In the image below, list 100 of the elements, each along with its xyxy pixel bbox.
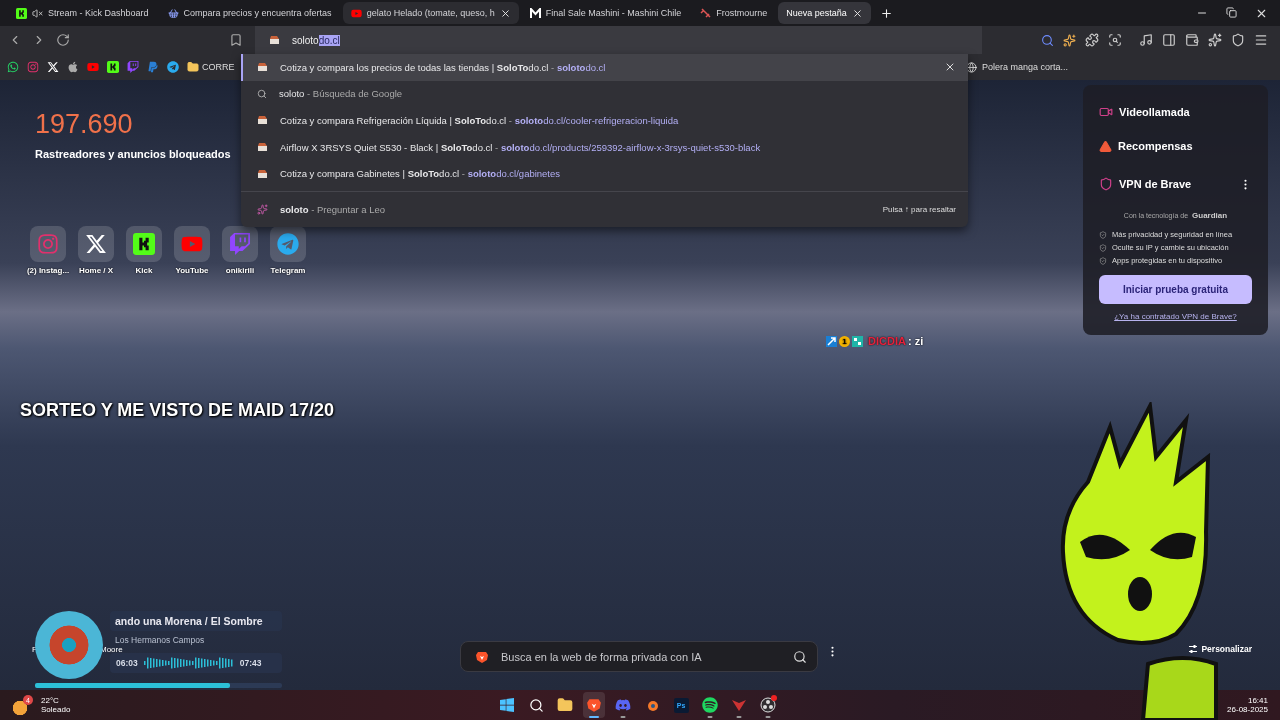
x-logo-icon <box>85 233 107 255</box>
bookmark-item[interactable] <box>47 61 59 73</box>
taskbar-app[interactable] <box>583 692 605 718</box>
stream-title: SORTEO Y ME VISTO DE MAID 17/20 <box>20 400 335 421</box>
blocked-label: Rastreadores y anuncios bloqueados <box>35 148 231 160</box>
shortcut-label[interactable]: Kick <box>135 266 153 275</box>
bookmark-item[interactable] <box>7 61 19 73</box>
close-tab-icon[interactable] <box>499 7 511 19</box>
vpn-link[interactable]: ¿Ya ha contratado VPN de Brave? <box>1099 312 1252 321</box>
bookmark-item[interactable]: Polera manga corta... <box>965 61 1068 73</box>
shield-icon[interactable] <box>1231 33 1245 47</box>
shortcut-label[interactable]: YouTube <box>175 266 209 275</box>
panel-item[interactable]: Recompensas <box>1099 129 1252 163</box>
weather-condition: Soleado <box>41 705 71 714</box>
sparkle-icon <box>257 203 268 215</box>
extension-icon[interactable] <box>1063 33 1076 47</box>
youtube-icon <box>87 61 99 73</box>
suggestion-text: Cotiza y compara los precios de todas las tiendas | SoloTodo.cl - solotodo.cl <box>280 61 606 73</box>
shortcut-tile[interactable] <box>222 226 258 262</box>
reload-icon[interactable] <box>56 33 70 47</box>
clock-date: 26-08-2025 <box>1227 705 1268 714</box>
suggestion-text: Cotiza y compara Gabinetes | SoloTodo.cl - solotodo.cl/gabinetes <box>280 168 561 180</box>
search-field[interactable]: Busca en la web de forma privada con IA <box>499 649 783 664</box>
kick-logo-icon <box>16 7 27 19</box>
shortcut-tile[interactable] <box>270 226 306 262</box>
search-bar[interactable]: Busca en la web de forma privada con IA <box>460 641 818 672</box>
browser-tab[interactable]: Nueva pestaña <box>778 2 871 24</box>
vpn-title: VPN de Brave <box>1119 178 1193 190</box>
bookmark-item[interactable] <box>67 61 79 73</box>
close-tab-icon[interactable] <box>851 7 863 19</box>
song-title: ando una Morena / El Sombre <box>110 611 282 631</box>
shortcut-label[interactable]: (2) Instag... <box>26 266 70 275</box>
bookmark-icon[interactable] <box>229 33 243 47</box>
suggestion-item[interactable]: soloto - Búsqueda de Google <box>241 80 968 108</box>
sidebar-icon[interactable] <box>1162 33 1176 47</box>
search-icon[interactable] <box>1041 33 1054 47</box>
browser-tab[interactable]: Final Sale Mashini - Mashini Chile <box>521 2 690 24</box>
wallet-icon[interactable] <box>1185 33 1199 47</box>
search-icon[interactable] <box>793 649 807 664</box>
instagram-icon <box>27 61 39 73</box>
running-indicator <box>620 716 626 718</box>
panel-item[interactable]: Videollamada <box>1099 95 1252 129</box>
music-icon[interactable] <box>1139 33 1153 47</box>
browser-tab[interactable]: Stream - Kick Dashboard <box>8 2 157 24</box>
windows-icon <box>499 697 515 713</box>
browser-tab[interactable]: gelato Helado (tomate, queso, h <box>342 2 519 24</box>
new-tab-icon[interactable] <box>879 6 893 20</box>
shortcut-label[interactable]: Telegram <box>270 266 306 275</box>
bookmark-folder[interactable]: CORRE <box>187 61 235 73</box>
suggestion-item[interactable]: Cotiza y compara los precios de todas las tiendas | SoloTodo.cl - solotodo.cl <box>241 54 968 81</box>
blocked-count: 197.690 <box>35 109 133 140</box>
suggestion-item[interactable]: Cotiza y compara Gabinetes | SoloTodo.cl - solotodo.cl/gabinetes <box>241 160 968 187</box>
shortcut-label[interactable]: Home / X <box>78 266 114 275</box>
muted-speaker-icon[interactable] <box>32 7 43 19</box>
kick-logo-icon <box>107 61 119 73</box>
background-text: F <box>32 645 37 654</box>
shortcut-tile[interactable] <box>78 226 114 262</box>
suggestion-item[interactable]: Cotiza y compara Refrigeración Líquida | SoloTodo.cl - solotodo.cl/cooler-refrigeracion-liquida <box>241 107 968 134</box>
page-search-icon[interactable] <box>1108 33 1122 47</box>
telegram-icon <box>167 61 179 73</box>
bookmark-item[interactable] <box>107 61 119 73</box>
running-indicator <box>736 716 742 718</box>
chat-username: DICDIA <box>868 335 906 347</box>
clock-time: 16:41 <box>1247 696 1268 705</box>
sparkle-icon[interactable] <box>1208 33 1222 47</box>
suggestion-text: Airflow X 3RSYS Quiet S530 - Black | SoloTodo.cl - solotodo.cl/products/259392-airflow-x-3rsys-quiet-s530-black <box>280 141 761 153</box>
suggestion-text: soloto - Preguntar a Leo <box>280 203 386 215</box>
extensions-icon[interactable] <box>1085 33 1099 47</box>
whatsapp-icon <box>7 61 19 73</box>
suggestion-item[interactable]: soloto - Preguntar a Leo Pulsa ↑ para resaltar <box>241 195 968 223</box>
shortcut-label[interactable]: onikirili <box>225 266 255 275</box>
site-icon <box>269 35 280 45</box>
site-icon <box>257 142 268 153</box>
instagram-icon <box>37 233 59 255</box>
shortcut-tile[interactable] <box>126 226 162 262</box>
elapsed-time: 06:03 <box>116 658 138 668</box>
logo-icon <box>529 7 541 19</box>
search-icon <box>257 88 267 99</box>
menu-icon[interactable] <box>1254 33 1268 47</box>
suggestion-text: soloto - Búsqueda de Google <box>279 88 403 100</box>
address-text: solotodo.cl <box>292 34 340 46</box>
browser-tab[interactable]: Frostmourne <box>692 2 776 24</box>
shortcut-tile[interactable] <box>174 226 210 262</box>
address-field[interactable]: solotodo.cl <box>255 26 982 54</box>
lion-logo-icon <box>586 697 602 713</box>
paypal-icon <box>147 61 159 73</box>
telegram-icon <box>277 233 299 255</box>
trial-button[interactable]: Iniciar prueba gratuita <box>1099 275 1252 304</box>
total-time: 07:43 <box>239 658 262 668</box>
customize-button[interactable]: Personalizar <box>1189 644 1252 654</box>
artist-name: Los Hermanos Campos <box>114 635 206 645</box>
restore-icon[interactable] <box>1226 6 1237 18</box>
suggestion-item[interactable]: Airflow X 3RSYS Quiet S530 - Black | SoloTodo.cl - solotodo.cl/products/259392-airflow-x-3rsys-quiet-s530-black <box>241 133 968 161</box>
shortcut-tile[interactable] <box>30 226 66 262</box>
browser-tab[interactable]: Compara precios y encuentra ofertas <box>159 2 340 24</box>
twitch-icon <box>127 61 139 73</box>
sliders-icon <box>1189 645 1198 653</box>
discord-icon <box>615 697 631 713</box>
sword-icon <box>700 7 712 19</box>
globe-icon <box>965 61 977 73</box>
